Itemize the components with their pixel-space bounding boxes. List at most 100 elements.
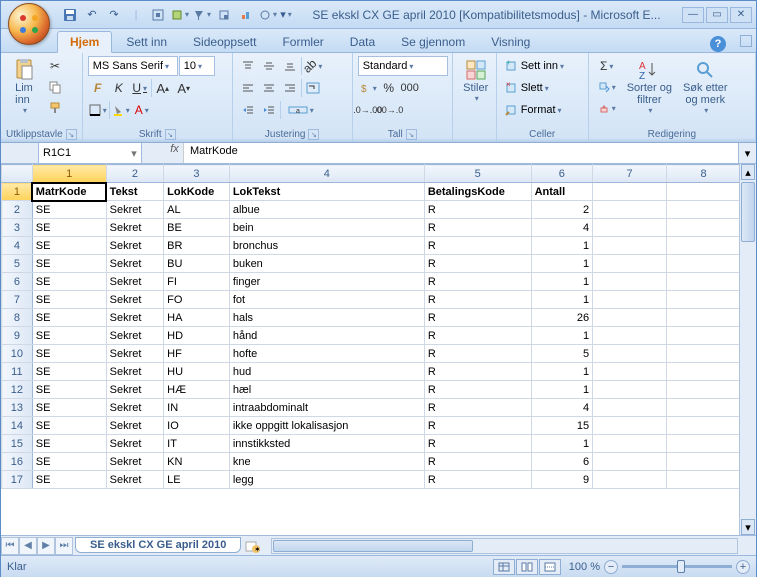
qat-btn-4[interactable] xyxy=(215,6,233,24)
cell[interactable]: hånd xyxy=(229,327,424,345)
row-header[interactable]: 14 xyxy=(2,417,33,435)
cell[interactable] xyxy=(667,309,741,327)
cell[interactable]: SE xyxy=(32,399,106,417)
qat-btn-1[interactable] xyxy=(149,6,167,24)
cell[interactable] xyxy=(593,309,667,327)
cell[interactable]: R xyxy=(424,453,531,471)
col-header[interactable]: 7 xyxy=(593,165,667,183)
cell[interactable]: 1 xyxy=(531,255,593,273)
align-top-icon[interactable] xyxy=(238,56,258,76)
cell[interactable] xyxy=(667,363,741,381)
cell[interactable]: R xyxy=(424,273,531,291)
row-header[interactable]: 12 xyxy=(2,381,33,399)
cell[interactable]: Sekret xyxy=(106,219,163,237)
cell[interactable]: 9 xyxy=(531,471,593,489)
view-pagebreak-icon[interactable] xyxy=(539,559,561,575)
col-header[interactable]: 3 xyxy=(164,165,230,183)
cell[interactable] xyxy=(593,327,667,345)
row-header[interactable]: 15 xyxy=(2,435,33,453)
cell[interactable]: 6 xyxy=(531,453,593,471)
cell[interactable]: 1 xyxy=(531,363,593,381)
cell[interactable]: R xyxy=(424,435,531,453)
row-header[interactable]: 16 xyxy=(2,453,33,471)
zoom-level[interactable]: 100 % xyxy=(569,561,600,573)
cell[interactable] xyxy=(593,291,667,309)
cell[interactable]: Sekret xyxy=(106,345,163,363)
col-header[interactable]: 4 xyxy=(229,165,424,183)
row-header[interactable]: 6 xyxy=(2,273,33,291)
name-box[interactable]: R1C1 xyxy=(39,147,127,159)
select-all-corner[interactable] xyxy=(2,165,33,183)
font-color-button[interactable]: A xyxy=(132,100,152,120)
cell[interactable]: FO xyxy=(164,291,230,309)
underline-button[interactable]: U xyxy=(130,78,150,98)
cell[interactable]: SE xyxy=(32,417,106,435)
vertical-scrollbar[interactable]: ▴ ▾ xyxy=(739,164,756,535)
row-header[interactable]: 10 xyxy=(2,345,33,363)
row-header[interactable]: 7 xyxy=(2,291,33,309)
cell[interactable] xyxy=(667,435,741,453)
tab-home[interactable]: Hjem xyxy=(57,31,112,53)
cell[interactable]: bronchus xyxy=(229,237,424,255)
col-header[interactable]: 5 xyxy=(424,165,531,183)
cell[interactable]: Sekret xyxy=(106,381,163,399)
cell[interactable] xyxy=(667,345,741,363)
qat-btn-5[interactable] xyxy=(237,6,255,24)
increase-indent-icon[interactable] xyxy=(259,100,279,120)
cell[interactable]: SE xyxy=(32,327,106,345)
cell[interactable]: R xyxy=(424,417,531,435)
cell[interactable]: legg xyxy=(229,471,424,489)
cell[interactable]: 26 xyxy=(531,309,593,327)
tab-view[interactable]: Visning xyxy=(479,32,542,52)
cell[interactable]: SE xyxy=(32,273,106,291)
accounting-format-icon[interactable]: $ xyxy=(358,78,378,98)
scroll-down-icon[interactable]: ▾ xyxy=(741,519,755,535)
align-center-icon[interactable] xyxy=(259,78,279,98)
cell[interactable]: Sekret xyxy=(106,201,163,219)
cell[interactable]: HÆ xyxy=(164,381,230,399)
cell[interactable]: albue xyxy=(229,201,424,219)
minimize-ribbon-button[interactable] xyxy=(740,35,752,47)
cell[interactable]: R xyxy=(424,363,531,381)
cell[interactable] xyxy=(593,201,667,219)
cell[interactable]: KN xyxy=(164,453,230,471)
fill-icon[interactable] xyxy=(594,77,620,97)
cell[interactable]: finger xyxy=(229,273,424,291)
cell[interactable] xyxy=(667,219,741,237)
cell[interactable]: FI xyxy=(164,273,230,291)
insert-cells-icon[interactable]: + xyxy=(502,56,520,76)
cell[interactable]: 4 xyxy=(531,219,593,237)
cell[interactable]: R xyxy=(424,309,531,327)
save-icon[interactable] xyxy=(61,6,79,24)
office-button[interactable] xyxy=(8,3,50,45)
minimize-button[interactable]: — xyxy=(682,7,704,23)
cell[interactable]: SE xyxy=(32,453,106,471)
col-header[interactable]: 6 xyxy=(531,165,593,183)
comma-format-icon[interactable]: 000 xyxy=(400,78,420,98)
cell[interactable]: BE xyxy=(164,219,230,237)
cell[interactable]: Sekret xyxy=(106,363,163,381)
cell[interactable]: innstikksted xyxy=(229,435,424,453)
cell[interactable]: R xyxy=(424,255,531,273)
cell[interactable]: Sekret xyxy=(106,435,163,453)
font-name-combo[interactable]: MS Sans Serif xyxy=(88,56,178,76)
cell[interactable]: IO xyxy=(164,417,230,435)
cell[interactable] xyxy=(667,471,741,489)
copy-icon[interactable] xyxy=(45,77,65,97)
cell[interactable]: Antall xyxy=(531,183,593,201)
cell[interactable] xyxy=(667,183,741,201)
sort-filter-button[interactable]: AZ Sorter og filtrer xyxy=(623,56,676,117)
cell[interactable] xyxy=(593,219,667,237)
paste-button[interactable]: Lim inn xyxy=(6,56,42,117)
autosum-icon[interactable]: Σ xyxy=(594,56,620,76)
horizontal-scrollbar[interactable] xyxy=(271,538,738,554)
cell[interactable]: LokKode xyxy=(164,183,230,201)
cell[interactable] xyxy=(593,381,667,399)
tab-formulas[interactable]: Formler xyxy=(270,32,335,52)
cell[interactable]: 1 xyxy=(531,237,593,255)
cut-icon[interactable]: ✂ xyxy=(45,56,65,76)
cell[interactable]: buken xyxy=(229,255,424,273)
row-header[interactable]: 8 xyxy=(2,309,33,327)
cell[interactable]: HA xyxy=(164,309,230,327)
percent-format-icon[interactable]: % xyxy=(379,78,399,98)
